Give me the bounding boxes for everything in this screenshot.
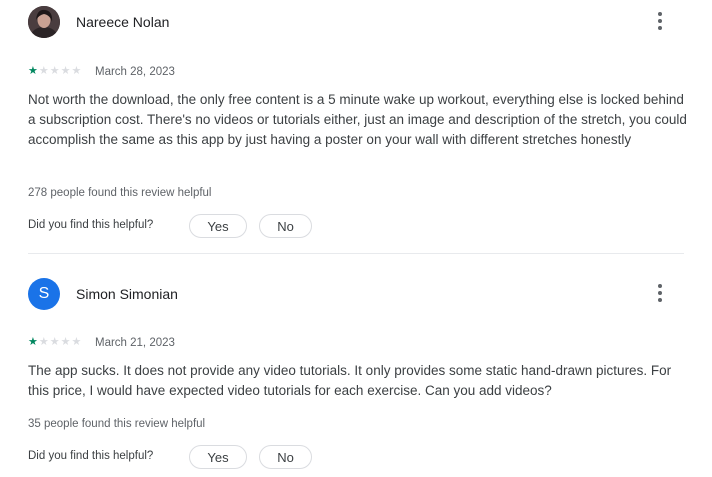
star-empty-icon: ★ (60, 336, 71, 348)
author-name: Nareece Nolan (76, 14, 170, 30)
yes-button[interactable]: Yes (189, 214, 247, 238)
more-options-icon[interactable] (648, 9, 672, 33)
yes-button[interactable]: Yes (189, 445, 247, 469)
helpful-question: Did you find this helpful? (28, 450, 154, 462)
star-empty-icon: ★ (60, 65, 71, 77)
no-button[interactable]: No (259, 214, 312, 238)
divider (28, 253, 684, 254)
star-rating: ★ ★ ★ ★ ★ (28, 65, 81, 77)
star-empty-icon: ★ (71, 65, 82, 77)
more-options-icon[interactable] (648, 281, 672, 305)
star-rating: ★ ★ ★ ★ ★ (28, 336, 81, 348)
review-text: Not worth the download, the only free co… (28, 92, 687, 147)
no-button[interactable]: No (259, 445, 312, 469)
helpful-question: Did you find this helpful? (28, 219, 154, 231)
review-text: The app sucks. It does not provide any v… (28, 363, 672, 398)
user-avatar: S (28, 278, 60, 310)
star-empty-icon: ★ (38, 65, 49, 77)
helpful-count: 278 people found this review helpful (28, 187, 212, 199)
star-empty-icon: ★ (71, 336, 82, 348)
star-filled-icon: ★ (28, 336, 38, 348)
star-empty-icon: ★ (49, 336, 60, 348)
star-filled-icon: ★ (28, 65, 38, 77)
review-date: March 28, 2023 (95, 66, 175, 78)
star-empty-icon: ★ (49, 65, 60, 77)
star-empty-icon: ★ (38, 336, 49, 348)
user-avatar (28, 6, 60, 38)
review-date: March 21, 2023 (95, 337, 175, 349)
author-name: Simon Simonian (76, 286, 178, 302)
user-photo-icon (28, 6, 60, 38)
helpful-count: 35 people found this review helpful (28, 418, 206, 430)
